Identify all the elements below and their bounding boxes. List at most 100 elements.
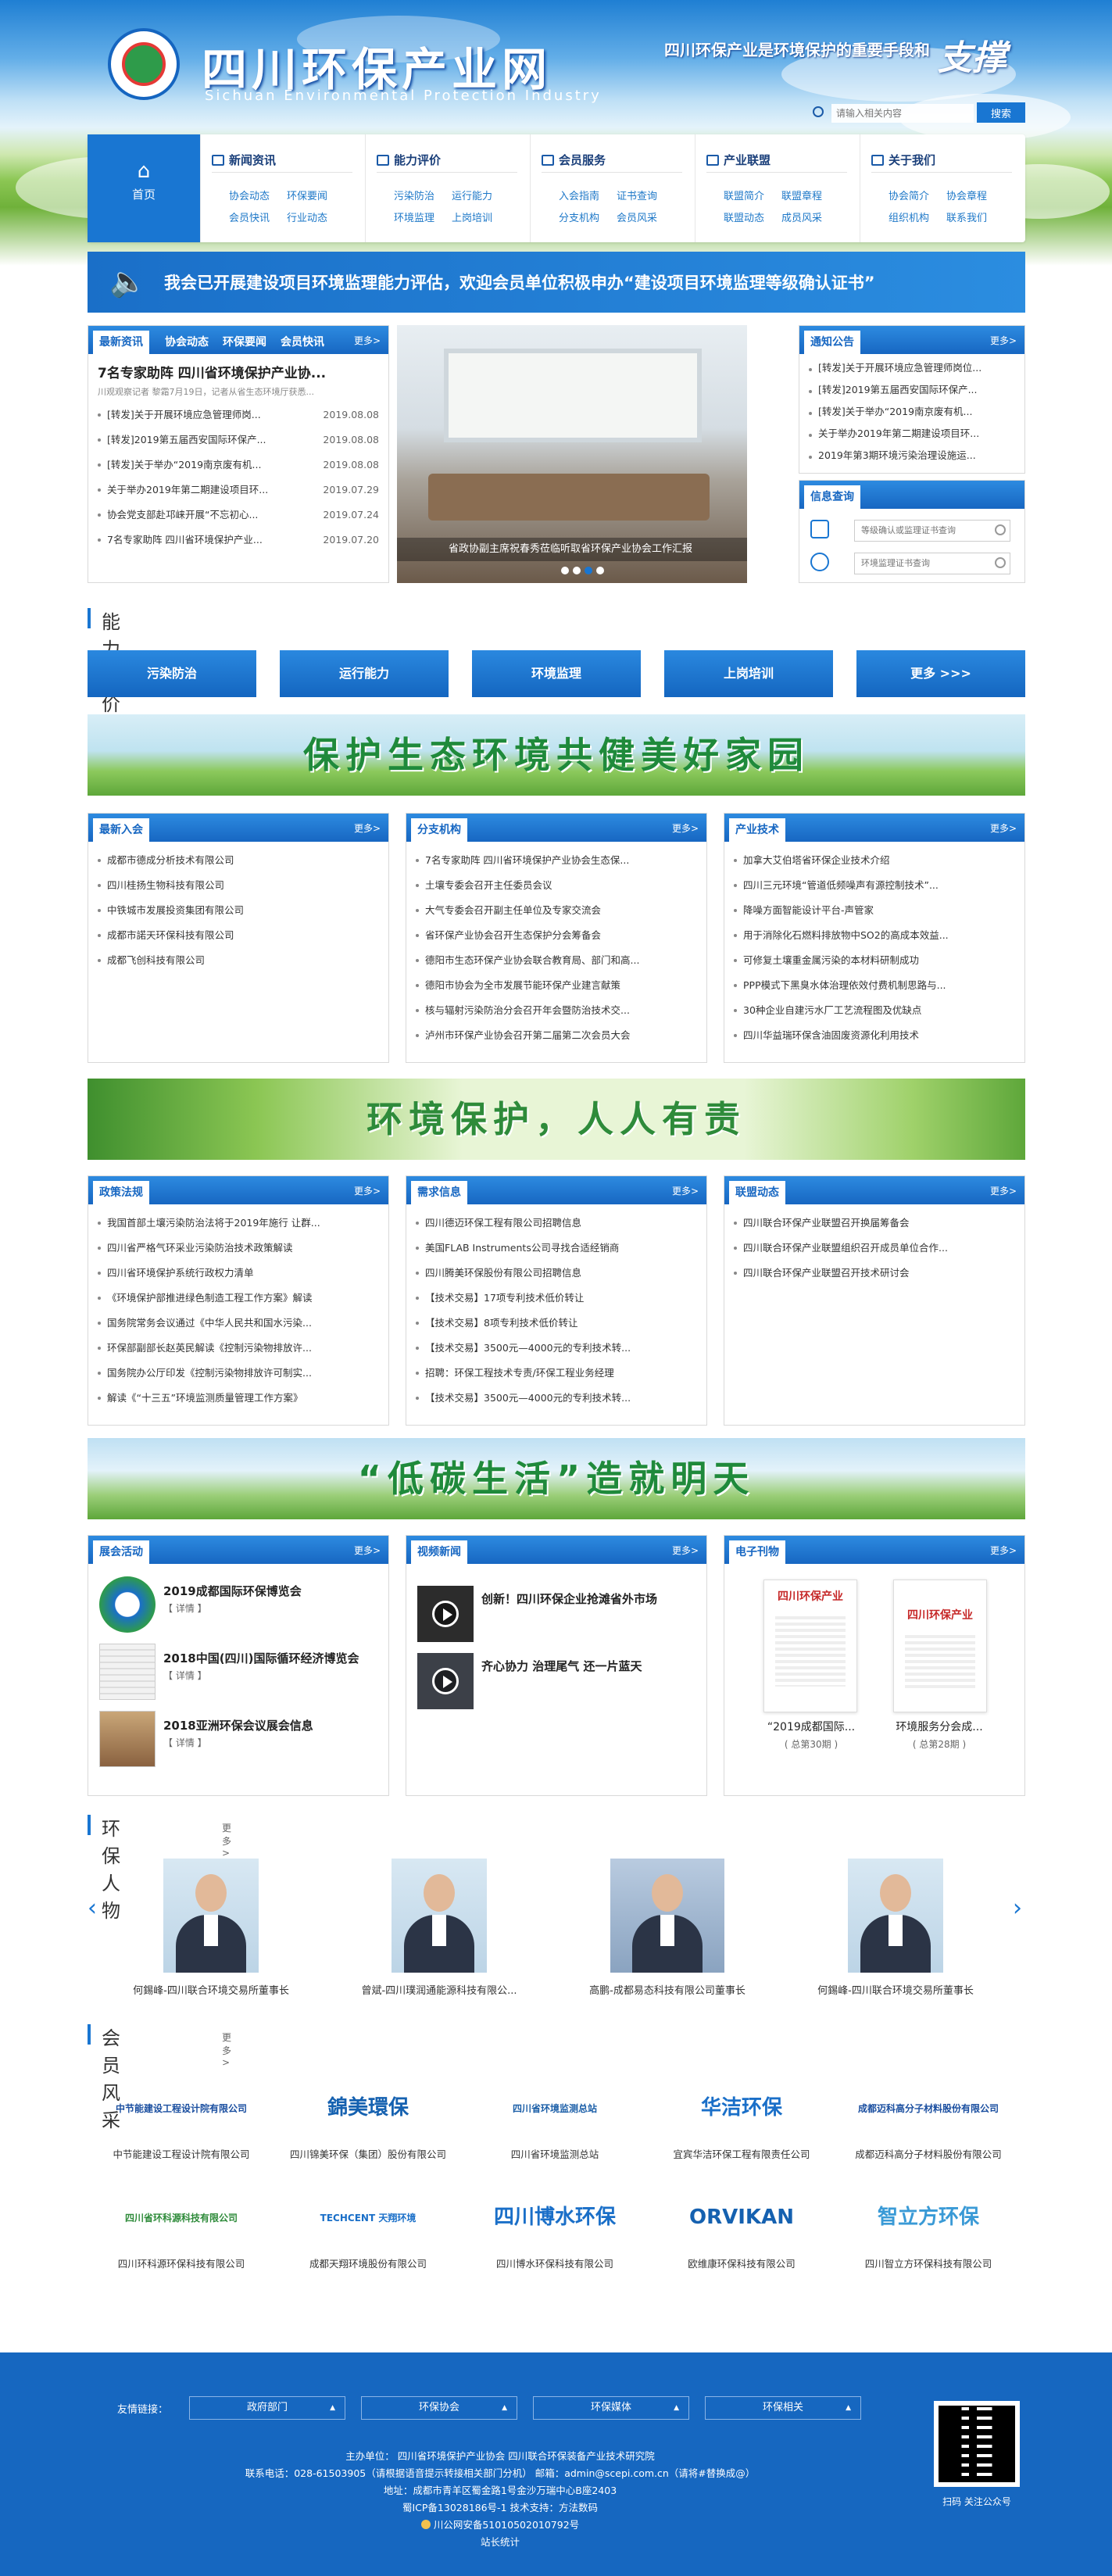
nav-link[interactable]: 证书查询 xyxy=(617,186,674,208)
list-item[interactable]: 协会党支部赴邛崃开展“不忘初心... 2019.07.24 xyxy=(98,503,379,528)
member-card[interactable]: 华洁环保 宜宾华洁环保工程有限责任公司 xyxy=(656,2071,828,2161)
list-item[interactable]: 关于举办2019年第二期建设项目环... 2019.07.29 xyxy=(98,478,379,503)
list-item[interactable]: 7名专家助阵 四川省环境保护产业... 2019.07.20 xyxy=(98,528,379,553)
list-item[interactable]: 四川联合环保产业联盟召开换届筹备会 xyxy=(734,1211,1015,1236)
list-item[interactable]: 我国首部土壤污染防治法将于2019年施行 让群... xyxy=(98,1211,379,1236)
member-card[interactable]: 四川省环境监测总站 四川省环境监测总站 xyxy=(469,2071,641,2161)
details-link[interactable]: 【 详情 】 xyxy=(163,1601,207,1615)
nav-link[interactable]: 行业动态 xyxy=(287,208,345,230)
search-icon[interactable] xyxy=(995,557,1006,568)
expo-thumbnail[interactable] xyxy=(99,1644,156,1700)
nav-link[interactable]: 入会指南 xyxy=(559,186,617,208)
footer-line[interactable]: 站长统计 xyxy=(156,2534,844,2551)
list-item[interactable]: 【技术交易】3500元—4000元的专利技术转... xyxy=(416,1386,697,1411)
more-link[interactable]: 更多> xyxy=(672,821,699,835)
nav-link[interactable]: 协会章程 xyxy=(946,186,1004,208)
chevron-right-icon[interactable]: › xyxy=(1013,1894,1022,1922)
list-item[interactable]: 四川联合环保产业联盟召开技术研讨会 xyxy=(734,1261,1015,1286)
video-thumbnail[interactable] xyxy=(417,1653,474,1709)
nav-col-title[interactable]: 能力评价 xyxy=(377,152,441,168)
more-link[interactable]: 更多> xyxy=(990,821,1017,835)
list-item[interactable]: [转发]关于举办“2019南京废有机... xyxy=(809,401,1015,423)
list-item[interactable]: 《环境保护部推进绿色制造工程工作方案》解读 xyxy=(98,1286,379,1311)
nav-link[interactable]: 会员风采 xyxy=(617,208,674,230)
list-item[interactable]: 中铁城市发展投资集团有限公司 xyxy=(98,898,379,923)
person-card[interactable]: 曾斌-四川璞润通能源科技有限公... xyxy=(341,1859,537,1997)
member-card[interactable]: 成都迈科高分子材料股份有限公司 成都迈科高分子材料股份有限公司 xyxy=(842,2071,1014,2161)
list-item[interactable]: 四川德迈环保工程有限公司招聘信息 xyxy=(416,1211,697,1236)
nav-home[interactable]: ⌂ 首页 xyxy=(88,134,200,242)
list-item[interactable]: 四川华益瑞环保含油固废资源化利用技术 xyxy=(734,1023,1015,1048)
magazine-cover[interactable]: 四川环保产业 xyxy=(893,1580,987,1712)
ability-more-button[interactable]: 更多 >>> xyxy=(856,650,1025,697)
list-item[interactable]: 土壤专委会召开主任委员会议 xyxy=(416,873,697,898)
more-link[interactable]: 更多 > xyxy=(222,2030,231,2068)
grade-query-input[interactable] xyxy=(854,520,1010,542)
more-link[interactable]: 更多> xyxy=(354,821,381,835)
list-item[interactable]: 2019年第3期环境污染治理设施运... xyxy=(809,445,1015,467)
nav-link[interactable]: 成员风采 xyxy=(781,208,839,230)
list-item[interactable]: 省环保产业协会召开生态保护分会筹备会 xyxy=(416,923,697,948)
news-slideshow[interactable]: 省政协副主席祝春秀莅临听取省环保产业协会工作汇报 xyxy=(397,325,747,583)
list-item[interactable]: 【技术交易】8项专利技术低价转让 xyxy=(416,1311,697,1336)
list-item[interactable]: 大气专委会召开副主任单位及专家交流会 xyxy=(416,898,697,923)
list-item[interactable]: 国务院常务会议通过《中华人民共和国水污染... xyxy=(98,1311,379,1336)
list-item[interactable]: [转发]2019第五届西安国际环保产... 2019.08.08 xyxy=(98,428,379,453)
slide-dot[interactable] xyxy=(573,567,581,574)
list-item[interactable]: 用于消除化石燃料排放物中SO2的高成本效益... xyxy=(734,923,1015,948)
nav-link[interactable]: 环保要闻 xyxy=(287,186,345,208)
slide-dot[interactable] xyxy=(596,567,604,574)
ability-button[interactable]: 环境监理 xyxy=(472,650,641,697)
nav-col-title[interactable]: 会员服务 xyxy=(542,152,606,168)
more-link[interactable]: 更多> xyxy=(990,1544,1017,1557)
search-button[interactable]: 搜索 xyxy=(977,102,1025,123)
nav-link[interactable]: 污染防治 xyxy=(394,186,452,208)
nav-link[interactable]: 联盟简介 xyxy=(724,186,781,208)
list-item[interactable]: 成都市德成分析技术有限公司 xyxy=(98,848,379,873)
list-item[interactable]: 7名专家助阵 四川省环境保护产业协会生态保... xyxy=(416,848,697,873)
expo-title[interactable]: 2018中国(四川)国际循环经济博览会 xyxy=(163,1650,359,1666)
nav-link[interactable]: 组织机构 xyxy=(889,208,946,230)
search-icon[interactable] xyxy=(995,524,1006,535)
member-card[interactable]: 中节能建设工程设计院有限公司 中节能建设工程设计院有限公司 xyxy=(95,2071,267,2161)
search-input[interactable] xyxy=(831,104,974,123)
list-item[interactable]: 泸州市环保产业协会召开第二届第二次会员大会 xyxy=(416,1023,697,1048)
nav-link[interactable]: 联盟动态 xyxy=(724,208,781,230)
footer-link-select[interactable]: 环保媒体 xyxy=(533,2396,689,2420)
video-thumbnail[interactable] xyxy=(417,1586,474,1642)
magazine-title[interactable]: “2019成都国际... xyxy=(753,1719,870,1734)
more-link[interactable]: 更多> xyxy=(354,1184,381,1197)
list-item[interactable]: 解读《“十三五”环境监测质量管理工作方案》 xyxy=(98,1386,379,1411)
expo-thumbnail[interactable] xyxy=(99,1711,156,1767)
list-item[interactable]: 环保部副部长赵英民解读《控制污染物排放许... xyxy=(98,1336,379,1361)
person-card[interactable]: 何錫峰-四川联合环境交易所董事长 xyxy=(113,1859,309,1997)
video-title[interactable]: 创新！四川环保企业抢滩省外市场 xyxy=(481,1590,657,1607)
video-title[interactable]: 齐心协力 治理尾气 还一片蓝天 xyxy=(481,1658,642,1674)
details-link[interactable]: 【 详情 】 xyxy=(163,1669,207,1682)
tab-env-news[interactable]: 环保要闻 xyxy=(216,331,273,354)
tab-latest[interactable]: 最新资讯 xyxy=(93,331,149,354)
slide-dot[interactable] xyxy=(561,567,569,574)
member-card[interactable]: 四川省环科源科技有限公司 四川环科源环保科技有限公司 xyxy=(95,2181,267,2270)
person-card[interactable]: 何錫峰-四川联合环境交易所董事长 xyxy=(798,1859,993,1997)
list-item[interactable]: 德阳市生态环保产业协会联合教育局、部门和高... xyxy=(416,948,697,973)
tab-member-news[interactable]: 会员快讯 xyxy=(274,331,331,354)
news-headline[interactable]: 7名专家助阵 四川省环境保护产业协... xyxy=(98,362,379,381)
expo-logo[interactable] xyxy=(99,1576,156,1633)
more-link[interactable]: 更多> xyxy=(990,1184,1017,1197)
list-item[interactable]: 四川腾美环保股份有限公司招聘信息 xyxy=(416,1261,697,1286)
more-link[interactable]: 更多 > xyxy=(222,1821,231,1859)
details-link[interactable]: 【 详情 】 xyxy=(163,1736,207,1749)
footer-link-select[interactable]: 环保协会 xyxy=(361,2396,517,2420)
more-link[interactable]: 更多> xyxy=(672,1184,699,1197)
magazine-cover[interactable]: 四川环保产业 xyxy=(763,1580,857,1712)
member-card[interactable]: 四川博水环保 四川博水环保科技有限公司 xyxy=(469,2181,641,2270)
certificate-query-input[interactable] xyxy=(854,553,1010,574)
list-item[interactable]: 成都飞创科技有限公司 xyxy=(98,948,379,973)
notice-banner[interactable]: 🔈 我会已开展建设项目环境监理能力评估，欢迎会员单位积极申办“建设项目环境监理等… xyxy=(88,252,1025,313)
list-item[interactable]: 四川桂扬生物科技有限公司 xyxy=(98,873,379,898)
list-item[interactable]: [转发]关于举办“2019南京废有机... 2019.08.08 xyxy=(98,453,379,478)
nav-link[interactable]: 联盟章程 xyxy=(781,186,839,208)
nav-link[interactable]: 运行能力 xyxy=(452,186,510,208)
nav-link[interactable]: 分支机构 xyxy=(559,208,617,230)
